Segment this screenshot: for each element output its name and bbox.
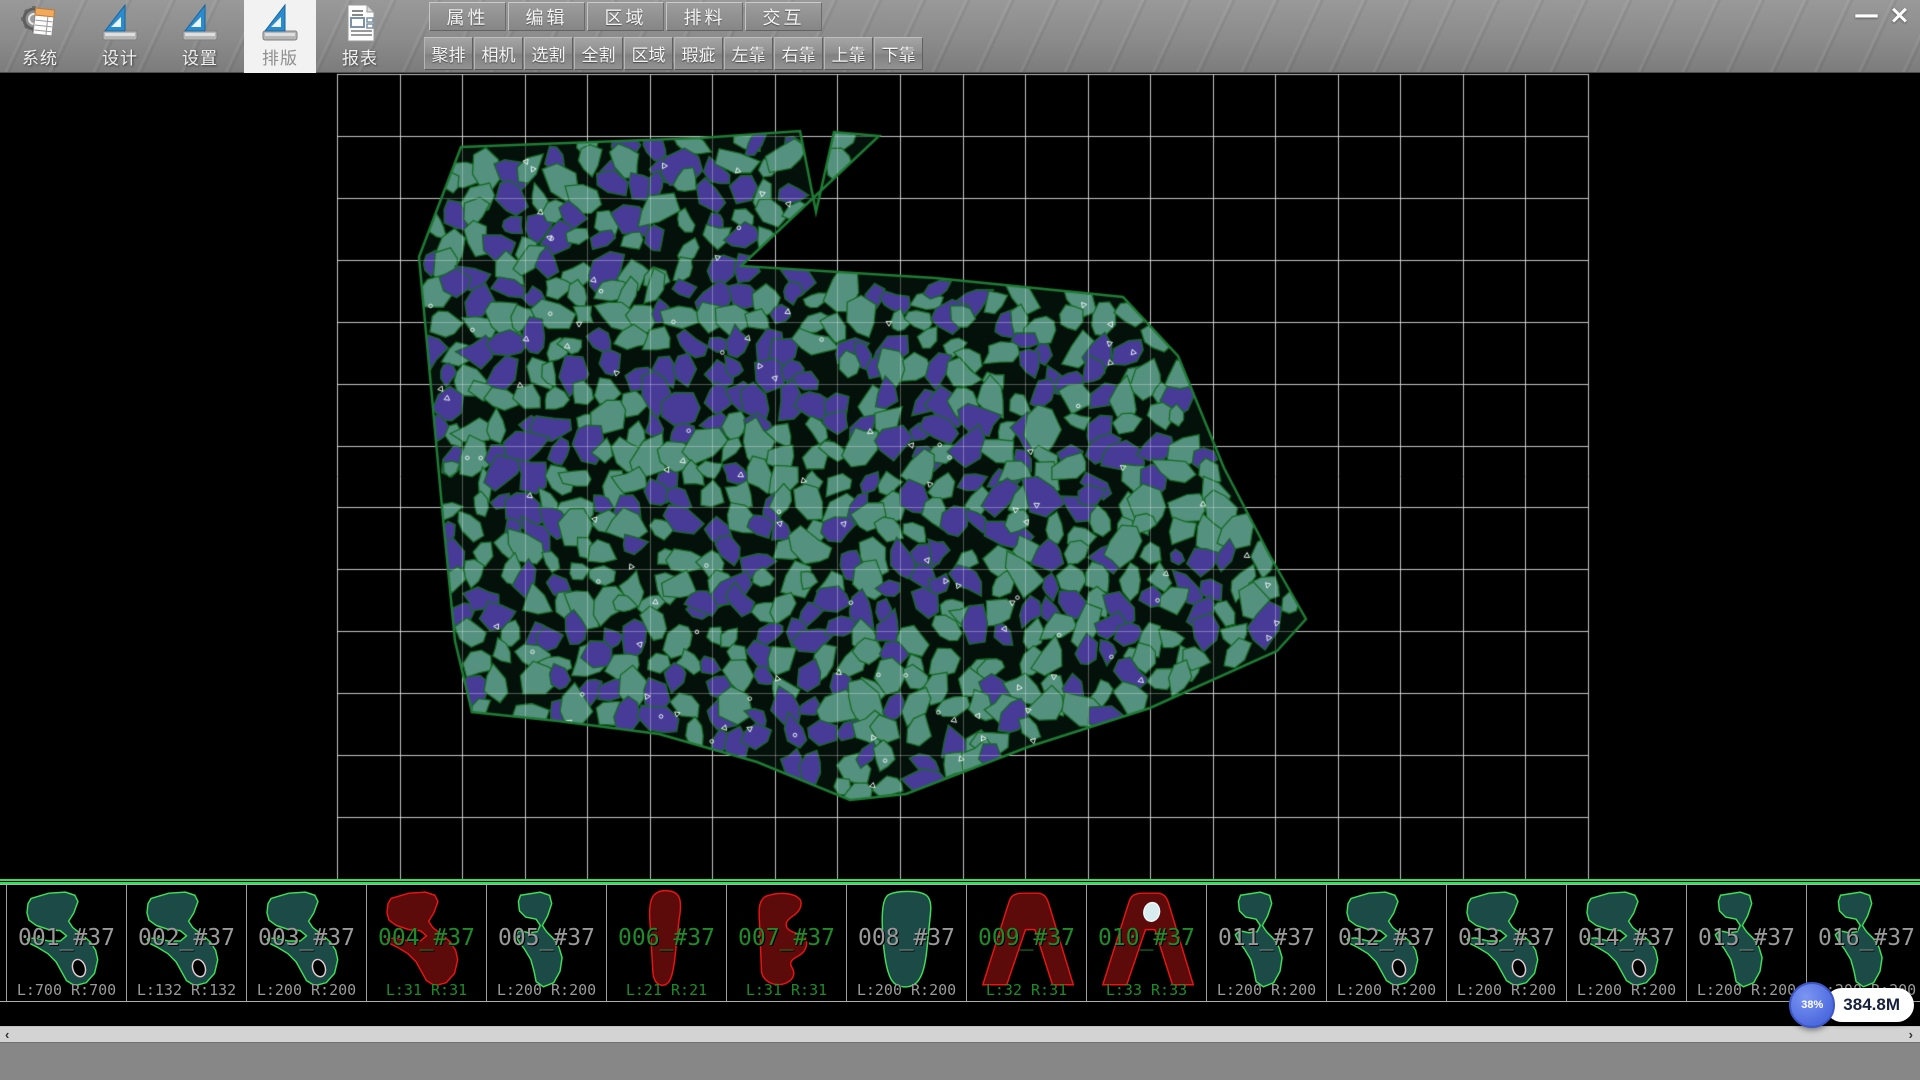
toolbar: 系统设计设置排版报表 属性编辑区域排料交互 聚排相机选割全割区域瑕疵左靠右靠上靠… xyxy=(0,0,1920,73)
menu-bar: 属性编辑区域排料交互 xyxy=(429,2,822,31)
tool-button-瑕疵[interactable]: 瑕疵 xyxy=(674,37,723,70)
piece-thumbnail-shape xyxy=(1809,888,1920,992)
main-tab-label: 排版 xyxy=(262,44,298,69)
filmstrip-item-007_#37[interactable]: 007_#37L:31 R:31 xyxy=(727,885,847,1001)
main-tab-label: 系统 xyxy=(22,44,58,69)
filmstrip-item-001_#37[interactable]: 001_#37L:700 R:700 xyxy=(6,885,127,1001)
tool-button-右靠[interactable]: 右靠 xyxy=(774,37,823,70)
menu-item-排料[interactable]: 排料 xyxy=(666,2,743,31)
main-tab-排版[interactable]: 排版 xyxy=(244,0,316,73)
filmstrip-item-011_#37[interactable]: 011_#37L:200 R:200 xyxy=(1207,885,1327,1001)
tools-bar: 聚排相机选割全割区域瑕疵左靠右靠上靠下靠 xyxy=(424,37,923,70)
memory-usage-badge: 38% 384.8M xyxy=(1789,982,1914,1028)
tool-button-选割[interactable]: 选割 xyxy=(524,37,573,70)
scroll-left-icon[interactable]: ‹ xyxy=(5,1027,9,1042)
pieces-filmstrip: 001_#37L:700 R:700002_#37L:132 R:132003_… xyxy=(0,884,1920,1002)
filmstrip-item-004_#37[interactable]: 004_#37L:31 R:31 xyxy=(367,885,487,1001)
main-tab-设置[interactable]: 设置 xyxy=(164,0,236,73)
filmstrip-item-008_#37[interactable]: 008_#37L:200 R:200 xyxy=(847,885,967,1001)
tool-button-区域[interactable]: 区域 xyxy=(624,37,673,70)
memory-value: 384.8M xyxy=(1825,988,1914,1022)
status-bar xyxy=(0,1042,1920,1080)
filmstrip-item-006_#37[interactable]: 006_#37L:21 R:21 xyxy=(607,885,727,1001)
set-square-icon xyxy=(100,3,140,43)
piece-thumbnail-shape xyxy=(849,888,964,992)
tool-button-下靠[interactable]: 下靠 xyxy=(874,37,923,70)
filmstrip-item-013_#37[interactable]: 013_#37L:200 R:200 xyxy=(1447,885,1567,1001)
filmstrip-item-005_#37[interactable]: 005_#37L:200 R:200 xyxy=(487,885,607,1001)
piece-thumbnail-shape xyxy=(1209,888,1324,992)
filmstrip-item-003_#37[interactable]: 003_#37L:200 R:200 xyxy=(247,885,367,1001)
piece-thumbnail-shape xyxy=(369,888,484,992)
piece-thumbnail-shape xyxy=(609,888,724,992)
tool-button-左靠[interactable]: 左靠 xyxy=(724,37,773,70)
tool-button-上靠[interactable]: 上靠 xyxy=(824,37,873,70)
main-tab-label: 设置 xyxy=(182,44,218,69)
filmstrip-item-010_#37[interactable]: 010_#37L:33 R:33 xyxy=(1087,885,1207,1001)
piece-thumbnail-shape xyxy=(729,888,844,992)
piece-thumbnail-shape xyxy=(129,888,244,992)
filmstrip-item-014_#37[interactable]: 014_#37L:200 R:200 xyxy=(1567,885,1687,1001)
set-square-icon xyxy=(180,3,220,43)
piece-thumbnail-shape xyxy=(1089,888,1204,992)
app-window: { "window": { "controls": { "minimize": … xyxy=(0,0,1920,1080)
piece-thumbnail-shape xyxy=(249,888,364,992)
piece-thumbnail-shape xyxy=(1569,888,1684,992)
scroll-right-icon[interactable]: › xyxy=(1909,1027,1913,1042)
set-square-icon xyxy=(260,3,300,43)
horizontal-scrollbar[interactable]: ‹ › xyxy=(0,1026,1920,1042)
main-toolbar-buttons: 系统 设计 设置 排版 报表 xyxy=(0,0,404,73)
main-tab-label: 设计 xyxy=(102,44,138,69)
tool-button-相机[interactable]: 相机 xyxy=(474,37,523,70)
menu-item-属性[interactable]: 属性 xyxy=(429,2,506,31)
minimize-button[interactable]: — xyxy=(1854,0,1879,30)
piece-thumbnail-shape xyxy=(969,888,1084,992)
report-doc-icon xyxy=(340,3,380,43)
main-tab-设计[interactable]: 设计 xyxy=(84,0,156,73)
main-tab-报表[interactable]: 报表 xyxy=(324,0,396,73)
menu-item-编辑[interactable]: 编辑 xyxy=(508,2,585,31)
tool-button-聚排[interactable]: 聚排 xyxy=(424,37,473,70)
filmstrip-item-009_#37[interactable]: 009_#37L:32 R:31 xyxy=(967,885,1087,1001)
main-tab-label: 报表 xyxy=(342,44,378,69)
window-controls: — × xyxy=(1854,0,1910,30)
progress-percent-badge: 38% xyxy=(1789,982,1835,1028)
piece-thumbnail-shape xyxy=(1689,888,1804,992)
piece-thumbnail-shape xyxy=(489,888,604,992)
nesting-canvas[interactable] xyxy=(0,73,1920,879)
filmstrip-item-002_#37[interactable]: 002_#37L:132 R:132 xyxy=(127,885,247,1001)
piece-thumbnail-shape xyxy=(9,888,124,992)
menu-item-区域[interactable]: 区域 xyxy=(587,2,664,31)
system-gear-icon xyxy=(20,3,60,43)
piece-thumbnail-shape xyxy=(1449,888,1564,992)
main-tab-系统[interactable]: 系统 xyxy=(4,0,76,73)
tool-button-全割[interactable]: 全割 xyxy=(574,37,623,70)
piece-thumbnail-shape xyxy=(1329,888,1444,992)
close-button[interactable]: × xyxy=(1889,0,1910,30)
filmstrip-item-012_#37[interactable]: 012_#37L:200 R:200 xyxy=(1327,885,1447,1001)
menu-item-交互[interactable]: 交互 xyxy=(745,2,822,31)
